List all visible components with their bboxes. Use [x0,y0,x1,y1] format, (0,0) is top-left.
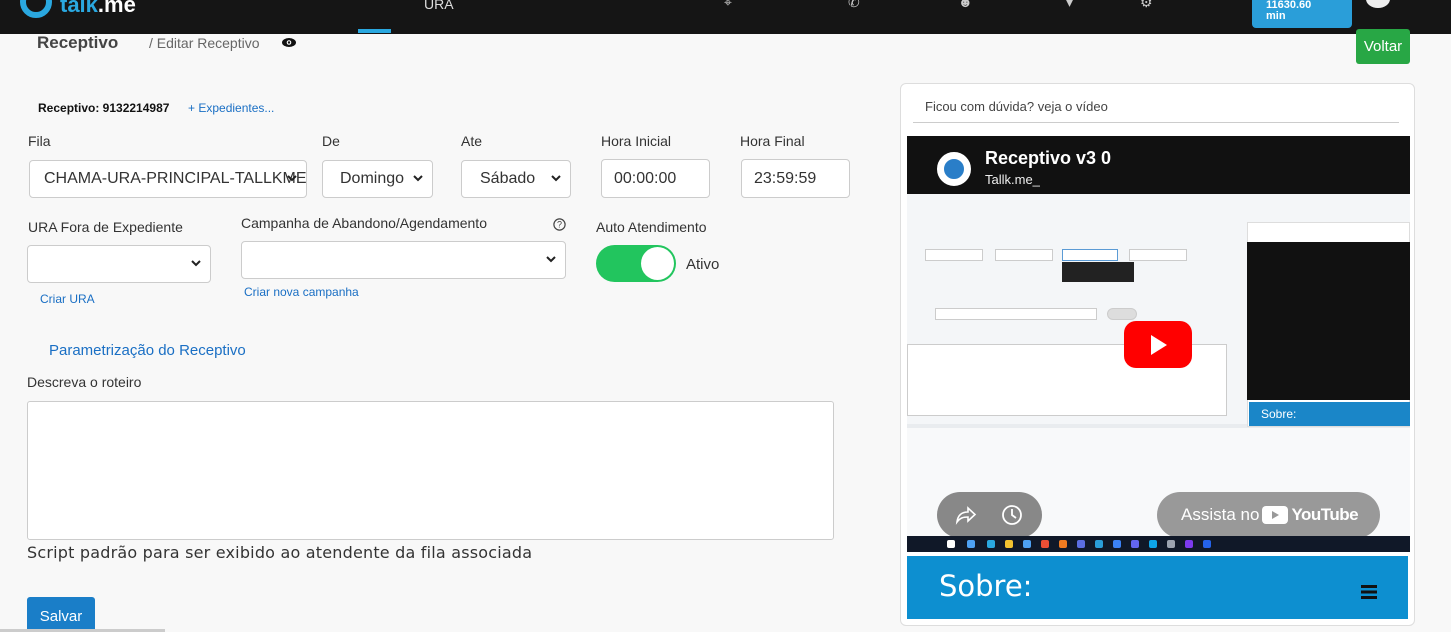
back-button[interactable]: Voltar [1356,29,1410,64]
auto-atendimento-toggle[interactable] [596,245,676,282]
eye-icon[interactable] [282,38,296,47]
sobre-panel: Sobre: [907,556,1408,619]
chevron-down-icon [551,175,561,182]
ura-label: URA Fora de Expediente [28,219,183,235]
video-actions [937,492,1042,538]
ate-select[interactable]: Sábado [461,160,571,198]
auto-atendimento-label: Auto Atendimento [596,219,707,235]
video-taskbar [907,536,1410,552]
criar-campanha-link[interactable]: Criar nova campanha [244,285,359,299]
de-select-value: Domingo [340,170,405,187]
chevron-down-icon [413,175,423,182]
criar-ura-link[interactable]: Criar URA [40,292,95,306]
ura-select[interactable] [27,245,211,283]
toggle-knob [641,247,674,280]
de-select[interactable]: Domingo [322,160,433,198]
auto-atendimento-status: Ativo [686,256,720,273]
roteiro-label: Descreva o roteiro [27,374,142,390]
play-icon[interactable] [1124,321,1192,368]
hora-final-input[interactable]: 23:59:59 [741,159,850,198]
video-inner-sobre: Sobre: [1249,402,1410,426]
campanha-label: Campanha de Abandono/Agendamento [241,215,487,231]
video-title[interactable]: Receptivo v3 0 [985,148,1111,169]
video-channel: Tallk.me_ [985,172,1040,187]
video-thumbnail [1247,242,1410,400]
youtube-logo-icon [1262,506,1289,524]
ate-select-value: Sábado [480,170,536,187]
receptivo-id: Receptivo: 9132214987 [38,101,170,115]
chevron-down-icon [287,175,297,182]
breadcrumb: / Editar Receptivo [149,35,260,51]
de-label: De [322,133,340,149]
gear-icon[interactable]: ⚙ [1140,0,1158,10]
logo-icon[interactable] [20,0,52,18]
ate-label: Ate [461,133,483,149]
campanha-select[interactable] [241,241,566,279]
sobre-label: Sobre: [939,569,1033,603]
save-button[interactable]: Salvar [27,597,95,632]
hora-inicial-label: Hora Inicial [601,133,672,149]
parametrizacao-link[interactable]: Parametrização do Receptivo [49,342,246,359]
users-icon[interactable]: ☻ [958,0,976,10]
fila-select[interactable]: CHAMA-URA-PRINCIPAL-TALLKME [29,160,307,198]
queue-icon[interactable]: ▾ [1066,0,1084,10]
video-header: Receptivo v3 0 Tallk.me_ [907,136,1410,194]
chevron-down-icon [191,260,201,267]
fila-label: Fila [28,133,51,149]
hora-final-label: Hora Final [740,133,805,149]
phone-icon[interactable]: ✆ [848,0,866,10]
chevron-down-icon [546,256,556,263]
svg-text:?: ? [557,220,562,230]
youtube-video-embed[interactable]: Receptivo v3 0 Tallk.me_ Sobre: Assista … [907,136,1410,552]
page-title: Receptivo [37,33,119,52]
roteiro-textarea[interactable] [27,401,834,540]
expedientes-link[interactable]: + Expedientes... [188,101,274,115]
avatar[interactable] [1366,0,1390,8]
nav-active-indicator [358,29,391,33]
video-card-title: Ficou com dúvida? veja o vídeo [925,99,1108,114]
fila-select-value: CHAMA-URA-PRINCIPAL-TALLKME [44,170,307,187]
help-icon[interactable]: ? [553,218,566,231]
roteiro-hint: Script padrão para ser exibido ao atende… [27,543,533,562]
watch-on-youtube-button[interactable]: Assista no YouTube [1157,492,1380,538]
channel-logo-icon [937,152,971,186]
nav-tab-ura[interactable]: URA [424,0,454,12]
hora-inicial-input[interactable]: 00:00:00 [601,159,710,198]
logo[interactable]: talk.me [60,0,136,18]
campaign-icon[interactable]: ⌖ [724,0,742,10]
watch-later-icon[interactable] [1001,504,1023,526]
top-navbar: talk.me URA ⌖ ✆ ☻ ▾ ⚙ 11630.60 min [0,0,1451,34]
balance-badge[interactable]: 11630.60 min [1252,0,1352,28]
share-icon[interactable] [955,505,977,525]
divider [913,122,1399,123]
video-card: Ficou com dúvida? veja o vídeo Receptivo… [900,83,1415,626]
menu-icon[interactable] [1361,585,1377,599]
